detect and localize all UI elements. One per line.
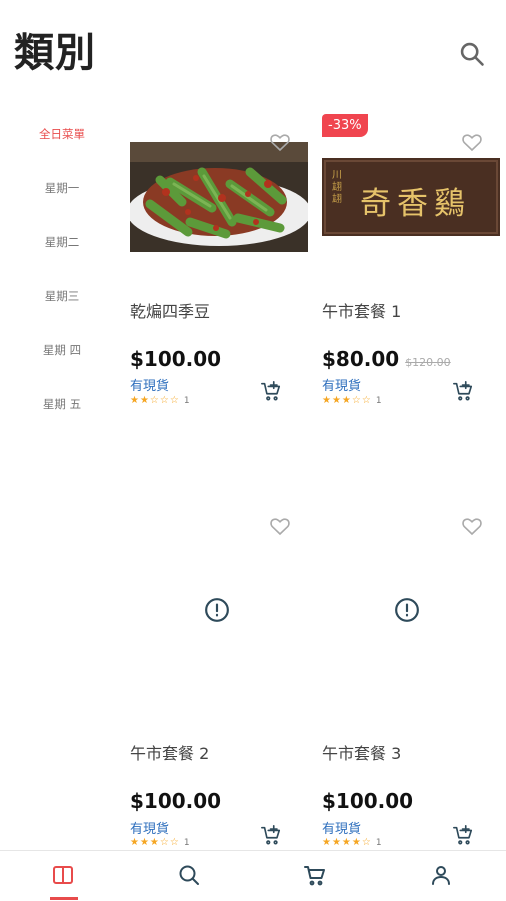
cart-plus-icon xyxy=(261,381,281,401)
rating-stars: ★★★★☆ xyxy=(322,837,372,848)
product-name: 乾煸四季豆 xyxy=(130,302,211,321)
product-price: $100.00 xyxy=(130,347,221,371)
current-price: $80.00 xyxy=(322,347,400,371)
tab-categories[interactable] xyxy=(0,851,126,901)
product-price: $100.00 xyxy=(130,789,221,813)
add-to-cart-button[interactable] xyxy=(452,824,474,846)
favorite-button[interactable] xyxy=(268,514,292,538)
page-title: 類別 xyxy=(14,30,96,76)
tab-account[interactable] xyxy=(378,851,504,901)
cart-plus-icon xyxy=(453,825,473,845)
sidebar-item-tuesday[interactable]: 星期二 xyxy=(18,226,106,280)
rating-stars: ★★☆☆☆ xyxy=(130,395,180,406)
product-card[interactable]: 川翃翃 奇香鷄 -33% 午市套餐 1 $80.00 $120.00 有現貨 ★★… xyxy=(322,114,500,420)
product-price: $80.00 $120.00 xyxy=(322,347,451,371)
green-beans-dish-image xyxy=(130,142,308,252)
cart-plus-icon xyxy=(453,381,473,401)
stock-status: 有現貨 xyxy=(130,379,170,394)
stock-status: 有現貨 xyxy=(130,822,170,837)
rating: ★★★☆☆ 1 xyxy=(322,395,382,406)
book-icon xyxy=(53,866,73,884)
sidebar-item-all-day-menu[interactable]: 全日菜單 xyxy=(18,118,106,172)
add-to-cart-button[interactable] xyxy=(452,380,474,402)
heart-icon xyxy=(462,518,482,536)
heart-icon xyxy=(270,518,290,536)
current-price: $100.00 xyxy=(130,789,222,813)
rating: ★★☆☆☆ 1 xyxy=(130,395,190,406)
cart-plus-icon xyxy=(261,825,281,845)
favorite-button[interactable] xyxy=(460,130,484,154)
rating: ★★★☆☆ 1 xyxy=(130,837,190,848)
heart-icon xyxy=(462,134,482,152)
rating-stars: ★★★☆☆ xyxy=(130,837,180,848)
bottom-tab-bar xyxy=(0,850,506,901)
favorite-button[interactable] xyxy=(268,130,292,154)
tab-search[interactable] xyxy=(126,851,252,901)
product-name: 午市套餐 3 xyxy=(322,744,402,763)
rating-stars: ★★★☆☆ xyxy=(322,395,372,406)
heart-icon xyxy=(270,134,290,152)
product-image[interactable]: 川翃翃 奇香鷄 xyxy=(322,158,500,236)
product-image[interactable] xyxy=(130,142,308,252)
alert-circle-icon xyxy=(395,598,419,622)
search-icon xyxy=(179,865,199,885)
original-price: $120.00 xyxy=(405,356,451,369)
review-count: 1 xyxy=(375,396,382,406)
tab-cart[interactable] xyxy=(252,851,378,901)
search-button[interactable] xyxy=(458,40,486,68)
search-icon xyxy=(460,42,484,66)
current-price: $100.00 xyxy=(322,789,414,813)
product-price: $100.00 xyxy=(322,789,413,813)
product-card[interactable]: 午市套餐 3 $100.00 有現貨 ★★★★☆ 1 xyxy=(322,500,500,850)
cart-icon xyxy=(304,866,325,886)
sign-text: 奇香鷄 xyxy=(360,186,471,222)
stock-status: 有現貨 xyxy=(322,822,362,837)
product-name: 午市套餐 1 xyxy=(322,302,402,321)
product-card[interactable]: 午市套餐 2 $100.00 有現貨 ★★★☆☆ 1 xyxy=(130,500,308,850)
sidebar-item-thursday[interactable]: 星期 四 xyxy=(18,334,106,388)
discount-badge: -33% xyxy=(322,114,368,137)
product-name: 午市套餐 2 xyxy=(130,744,210,763)
add-to-cart-button[interactable] xyxy=(260,824,282,846)
product-card[interactable]: 乾煸四季豆 $100.00 有現貨 ★★☆☆☆ 1 xyxy=(130,120,308,420)
rating: ★★★★☆ 1 xyxy=(322,837,382,848)
sidebar-item-monday[interactable]: 星期一 xyxy=(18,172,106,226)
current-price: $100.00 xyxy=(130,347,222,371)
add-to-cart-button[interactable] xyxy=(260,380,282,402)
sidebar-item-wednesday[interactable]: 星期三 xyxy=(18,280,106,334)
no-image-placeholder xyxy=(204,597,230,623)
review-count: 1 xyxy=(183,396,190,406)
review-count: 1 xyxy=(375,838,382,848)
sidebar-item-friday[interactable]: 星期 五 xyxy=(18,388,106,442)
category-sidebar: 全日菜單 星期一 星期二 星期三 星期 四 星期 五 xyxy=(18,118,106,442)
no-image-placeholder xyxy=(394,597,420,623)
review-count: 1 xyxy=(183,838,190,848)
favorite-button[interactable] xyxy=(460,514,484,538)
stock-status: 有現貨 xyxy=(322,379,362,394)
alert-circle-icon xyxy=(205,598,229,622)
user-icon xyxy=(432,866,450,885)
sign-small-text: 川翃翃 xyxy=(332,170,342,205)
